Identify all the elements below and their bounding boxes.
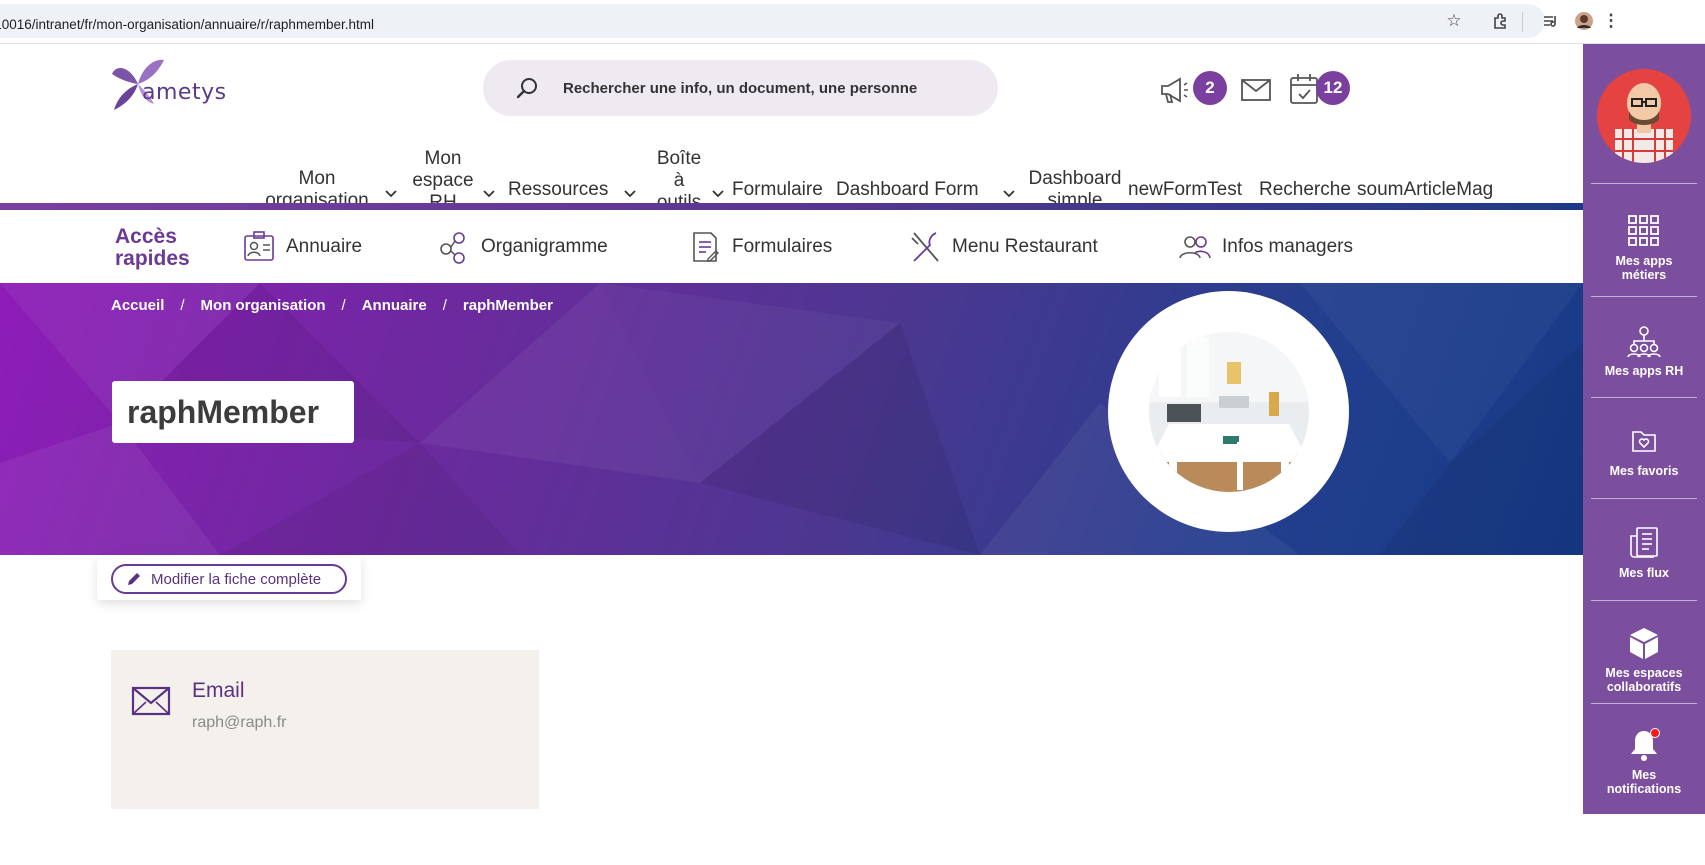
chevron-down-icon[interactable] bbox=[483, 190, 495, 198]
nav-item-recherche[interactable]: Recherche bbox=[1259, 179, 1351, 201]
calendar-badge[interactable]: 12 bbox=[1316, 71, 1350, 105]
grid-icon bbox=[1628, 215, 1659, 246]
breadcrumb-current: raphMember bbox=[462, 297, 553, 314]
rail-separator bbox=[1591, 296, 1697, 297]
breadcrumb-separator: / bbox=[442, 297, 447, 314]
page-title-box: raphMember bbox=[112, 381, 354, 443]
breadcrumb: Accueil / Mon organisation / Annuaire / … bbox=[111, 297, 553, 314]
nav-item-dashboard-form[interactable]: Dashboard Form bbox=[836, 179, 979, 201]
rail-item-mes-favoris[interactable]: Mes favoris bbox=[1583, 424, 1705, 478]
user-avatar[interactable] bbox=[1597, 69, 1691, 163]
breadcrumb-separator: / bbox=[180, 297, 185, 314]
rail-item-label: Mes espaces collaboratifs bbox=[1605, 666, 1683, 694]
quick-link-annuaire[interactable]: Annuaire bbox=[242, 230, 362, 264]
profile-avatar-icon[interactable] bbox=[1573, 10, 1595, 32]
nav-item-label: soumArticleMag bbox=[1357, 179, 1494, 200]
nav-item-label: Formulaire bbox=[732, 179, 823, 200]
browser-menu-icon[interactable]: ⋮ bbox=[1600, 10, 1622, 32]
edit-profile-card: Modifier la fiche complète bbox=[97, 556, 361, 600]
edit-full-profile-button[interactable]: Modifier la fiche complète bbox=[111, 564, 347, 594]
rail-item-label: Mes flux bbox=[1618, 566, 1669, 580]
breadcrumb-link-accueil[interactable]: Accueil bbox=[111, 297, 164, 314]
address-bar[interactable]: st:10016/intranet/fr/mon-organisation/an… bbox=[0, 4, 1545, 38]
edit-button-label: Modifier la fiche complète bbox=[151, 570, 322, 588]
right-sidebar: Mes apps métiers Mes apps RH Mes favoris bbox=[1583, 44, 1705, 814]
search-input[interactable]: Rechercher une info, un document, une pe… bbox=[563, 80, 917, 97]
rail-separator bbox=[1591, 600, 1697, 601]
rail-item-label: Mes notifications bbox=[1606, 768, 1682, 796]
cube-icon bbox=[1630, 628, 1658, 659]
breadcrumb-link-annuaire[interactable]: Annuaire bbox=[362, 297, 427, 314]
nav-item-label: Ressources bbox=[508, 179, 609, 200]
quick-link-organigramme[interactable]: Organigramme bbox=[437, 230, 608, 264]
nav-item-newformtest[interactable]: newFormTest bbox=[1128, 179, 1242, 201]
feed-icon bbox=[1630, 527, 1658, 558]
rail-item-label: Mes favoris bbox=[1609, 464, 1679, 478]
quick-link-label: Menu Restaurant bbox=[952, 236, 1098, 257]
quick-link-infos-managers[interactable]: Infos managers bbox=[1178, 230, 1353, 264]
quick-link-label: Infos managers bbox=[1222, 236, 1353, 257]
org-chart-icon bbox=[440, 232, 465, 264]
breadcrumb-separator: / bbox=[341, 297, 346, 314]
nav-item-soumarticlemag[interactable]: soumArticleMag bbox=[1357, 179, 1493, 201]
quick-link-label: Annuaire bbox=[286, 236, 363, 257]
favorite-folder-icon bbox=[1632, 431, 1656, 452]
nav-item-label: Dashboard Form bbox=[836, 179, 979, 200]
quick-link-formulaires[interactable]: Formulaires bbox=[688, 230, 832, 264]
pencil-icon bbox=[128, 573, 140, 585]
toolbar-divider bbox=[1522, 12, 1523, 32]
quick-link-label: Organigramme bbox=[481, 236, 608, 257]
email-label: Email bbox=[192, 679, 245, 702]
profile-photo bbox=[1149, 332, 1309, 492]
nav-gradient-stripe bbox=[0, 203, 1583, 210]
rail-separator bbox=[1591, 183, 1697, 184]
quick-access-title: Accès rapides bbox=[115, 225, 190, 270]
rail-item-mes-apps-rh[interactable]: Mes apps RH bbox=[1583, 324, 1705, 378]
email-info-card: Email raph@raph.fr bbox=[111, 650, 539, 809]
breadcrumb-link-mon-organisation[interactable]: Mon organisation bbox=[201, 297, 326, 314]
logo-text: ametys bbox=[142, 80, 227, 105]
bookmark-star-icon[interactable]: ☆ bbox=[1443, 10, 1465, 32]
profile-hero-banner: Accueil / Mon organisation / Annuaire / … bbox=[0, 283, 1583, 555]
nav-item-formulaire[interactable]: Formulaire bbox=[732, 179, 823, 201]
main-navigation: Mon organisation Mon espace RH Ressource… bbox=[0, 148, 1583, 213]
form-icon bbox=[693, 232, 719, 262]
rail-separator bbox=[1591, 397, 1697, 398]
chevron-down-icon[interactable] bbox=[624, 190, 636, 198]
nav-item-label: newFormTest bbox=[1128, 179, 1243, 200]
extensions-icon[interactable] bbox=[1490, 10, 1512, 32]
rail-item-label: Mes apps métiers bbox=[1615, 254, 1673, 282]
nav-item-ressources[interactable]: Ressources bbox=[508, 179, 608, 201]
nav-item-label: Recherche bbox=[1259, 179, 1351, 200]
mail-icon[interactable] bbox=[1240, 76, 1272, 104]
megaphone-icon[interactable] bbox=[1158, 74, 1190, 106]
rail-item-label: Mes apps RH bbox=[1604, 364, 1684, 378]
rail-separator bbox=[1591, 703, 1697, 704]
browser-toolbar: st:10016/intranet/fr/mon-organisation/an… bbox=[0, 0, 1705, 44]
address-bar-url[interactable]: st:10016/intranet/fr/mon-organisation/an… bbox=[0, 17, 374, 32]
managers-icon bbox=[1179, 236, 1211, 259]
chevron-down-icon[interactable] bbox=[385, 190, 397, 198]
rail-separator bbox=[1591, 498, 1697, 499]
badge-icon bbox=[244, 231, 274, 261]
cutlery-icon bbox=[911, 232, 939, 262]
rail-item-mes-flux[interactable]: Mes flux bbox=[1583, 526, 1705, 580]
quick-link-menu-restaurant[interactable]: Menu Restaurant bbox=[908, 230, 1098, 264]
chevron-down-icon[interactable] bbox=[1003, 190, 1015, 198]
email-value[interactable]: raph@raph.fr bbox=[192, 714, 287, 732]
rail-item-mes-apps-metiers[interactable]: Mes apps métiers bbox=[1583, 214, 1705, 282]
quick-access-bar: Accès rapides Annuaire Organigramme Form… bbox=[0, 210, 1583, 283]
search-bar[interactable]: Rechercher une info, un document, une pe… bbox=[483, 60, 998, 116]
envelope-icon bbox=[131, 686, 171, 716]
rail-item-mes-espaces-collaboratifs[interactable]: Mes espaces collaboratifs bbox=[1583, 626, 1705, 694]
people-network-icon bbox=[1627, 326, 1661, 358]
notification-indicator bbox=[1650, 728, 1660, 738]
quick-link-label: Formulaires bbox=[732, 236, 833, 257]
announcements-badge[interactable]: 2 bbox=[1193, 71, 1227, 105]
rail-item-mes-notifications[interactable]: Mes notifications bbox=[1583, 728, 1705, 796]
chevron-down-icon[interactable] bbox=[712, 190, 724, 198]
media-controls-icon[interactable] bbox=[1540, 10, 1562, 32]
search-icon bbox=[516, 78, 537, 99]
page-title: raphMember bbox=[127, 394, 320, 430]
